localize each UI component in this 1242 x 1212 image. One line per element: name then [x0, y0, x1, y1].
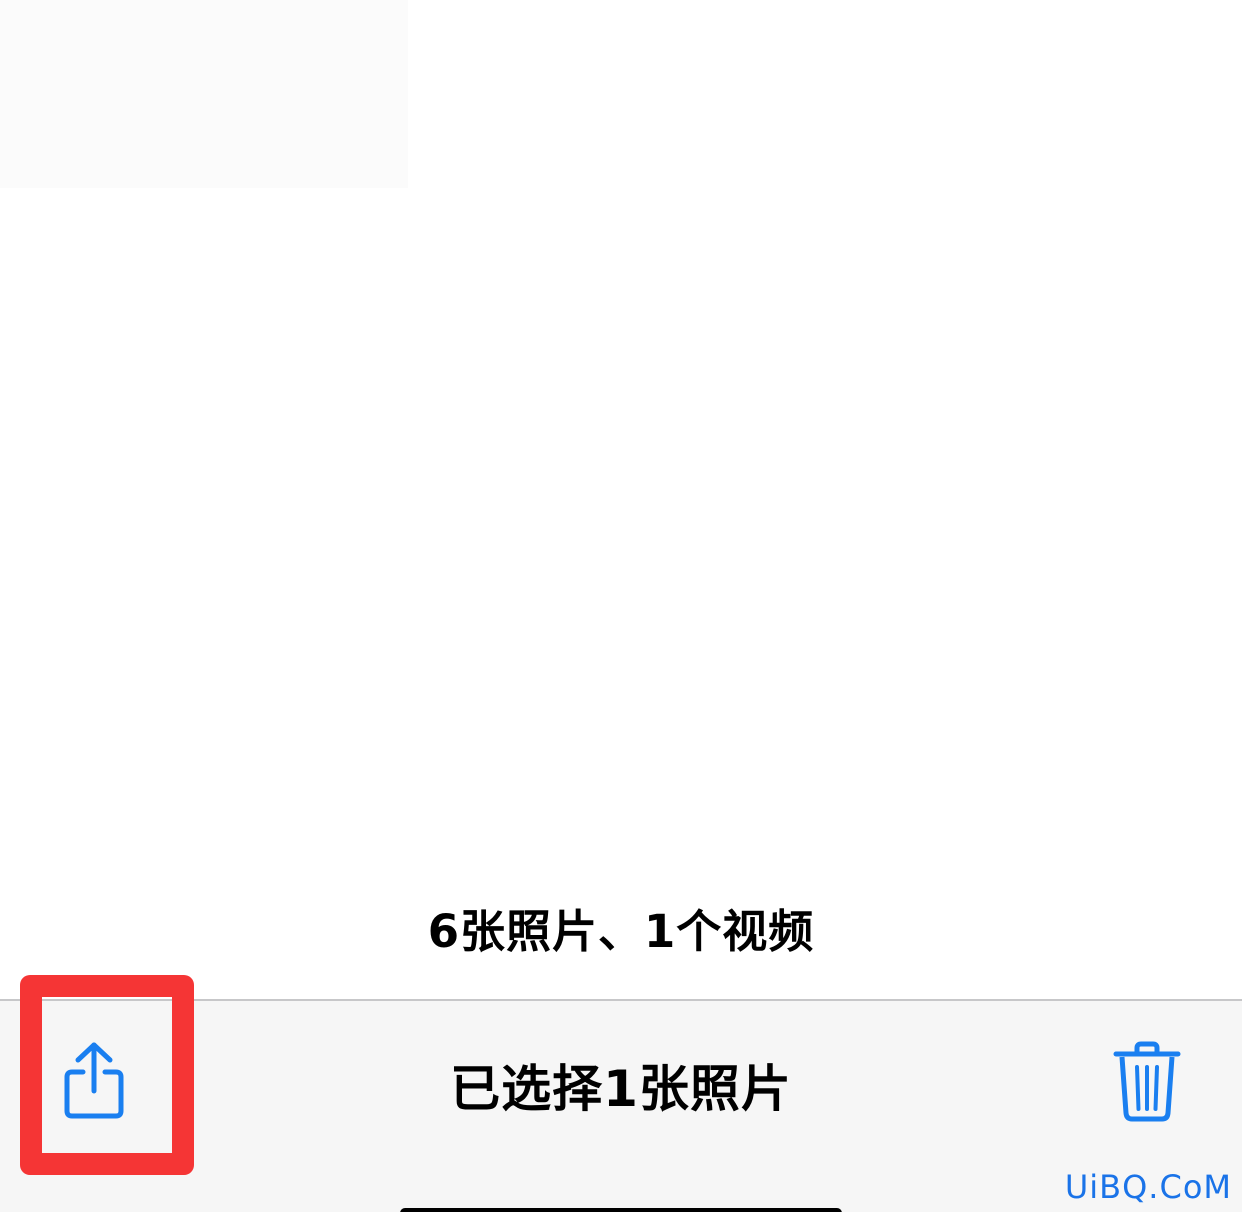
watermark: UiBQ.CoM: [1064, 1168, 1232, 1206]
highlight-annotation-box: [20, 975, 194, 1175]
photo-thumbnail[interactable]: [0, 0, 408, 188]
delete-button[interactable]: [1112, 1041, 1182, 1123]
trash-icon: [1113, 1041, 1181, 1122]
photos-screen: 6张照片、1个视频 已选择1张照片 UiBQ.CoM: [0, 0, 1242, 1212]
library-count-label: 6张照片、1个视频: [427, 905, 815, 958]
home-indicator[interactable]: [400, 1208, 842, 1212]
